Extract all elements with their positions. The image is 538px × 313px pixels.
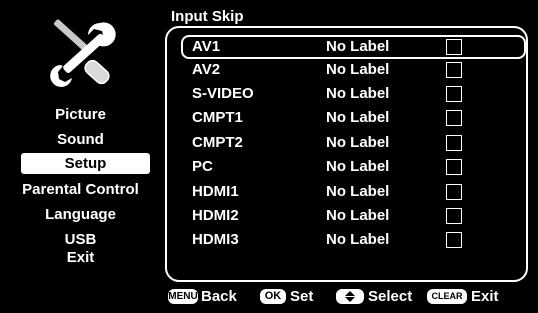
up-down-arrow-icon bbox=[336, 289, 364, 304]
input-name: CMPT2 bbox=[192, 134, 243, 151]
input-name: CMPT1 bbox=[192, 109, 243, 126]
input-row-hdmi2[interactable]: HDMI2 No Label bbox=[166, 205, 526, 227]
input-row-cmpt2[interactable]: CMPT2 No Label bbox=[166, 132, 526, 154]
skip-checkbox[interactable] bbox=[446, 39, 462, 55]
input-label: No Label bbox=[326, 158, 390, 175]
input-row-cmpt1[interactable]: CMPT1 No Label bbox=[166, 107, 526, 129]
input-label: No Label bbox=[326, 61, 390, 78]
skip-checkbox[interactable] bbox=[446, 159, 462, 175]
skip-checkbox[interactable] bbox=[446, 232, 462, 248]
input-label: No Label bbox=[326, 231, 390, 248]
input-name: PC bbox=[192, 158, 213, 175]
menu-key: MENU bbox=[168, 289, 198, 304]
menu-item-parental-control[interactable]: Parental Control bbox=[6, 181, 155, 198]
menu-item-sound[interactable]: Sound bbox=[6, 131, 155, 148]
select-hint: Select bbox=[368, 288, 413, 305]
ok-key: OK bbox=[260, 289, 286, 304]
input-label: No Label bbox=[326, 38, 390, 55]
input-name: S-VIDEO bbox=[192, 85, 254, 102]
page-title: Input Skip bbox=[171, 8, 244, 25]
input-label: No Label bbox=[326, 109, 390, 126]
skip-checkbox[interactable] bbox=[446, 184, 462, 200]
skip-checkbox[interactable] bbox=[446, 135, 462, 151]
tv-menu-screen: Picture Sound Setup Parental Control Lan… bbox=[0, 0, 538, 313]
skip-checkbox[interactable] bbox=[446, 208, 462, 224]
input-row-hdmi1[interactable]: HDMI1 No Label bbox=[166, 181, 526, 203]
skip-checkbox[interactable] bbox=[446, 110, 462, 126]
input-row-av1[interactable]: AV1 No Label bbox=[166, 35, 526, 59]
input-row-pc[interactable]: PC No Label bbox=[166, 156, 526, 178]
input-name: AV1 bbox=[192, 38, 221, 55]
input-label: No Label bbox=[326, 207, 390, 224]
menu-item-picture[interactable]: Picture bbox=[6, 106, 155, 123]
set-hint: Set bbox=[290, 288, 314, 305]
exit-hint: Exit bbox=[471, 288, 499, 305]
input-label: No Label bbox=[326, 183, 390, 200]
input-name: AV2 bbox=[192, 61, 221, 78]
back-hint: Back bbox=[201, 288, 237, 305]
skip-checkbox[interactable] bbox=[446, 62, 462, 78]
menu-item-usb[interactable]: USB bbox=[6, 231, 155, 248]
input-row-hdmi3[interactable]: HDMI3 No Label bbox=[166, 229, 526, 251]
main-menu-panel: Picture Sound Setup Parental Control Lan… bbox=[3, 3, 152, 308]
wrench-screwdriver-icon bbox=[38, 15, 128, 95]
skip-checkbox[interactable] bbox=[446, 86, 462, 102]
clear-key: CLEAR bbox=[427, 289, 467, 304]
menu-item-setup[interactable]: Setup bbox=[21, 153, 150, 174]
input-name: HDMI1 bbox=[192, 183, 239, 200]
input-row-av2[interactable]: AV2 No Label bbox=[166, 59, 526, 81]
input-name: HDMI2 bbox=[192, 207, 239, 224]
input-row-s-video[interactable]: S-VIDEO No Label bbox=[166, 83, 526, 105]
input-name: HDMI3 bbox=[192, 231, 239, 248]
menu-item-exit[interactable]: Exit bbox=[6, 249, 155, 266]
menu-item-language[interactable]: Language bbox=[6, 206, 155, 223]
input-label: No Label bbox=[326, 85, 390, 102]
input-label: No Label bbox=[326, 134, 390, 151]
